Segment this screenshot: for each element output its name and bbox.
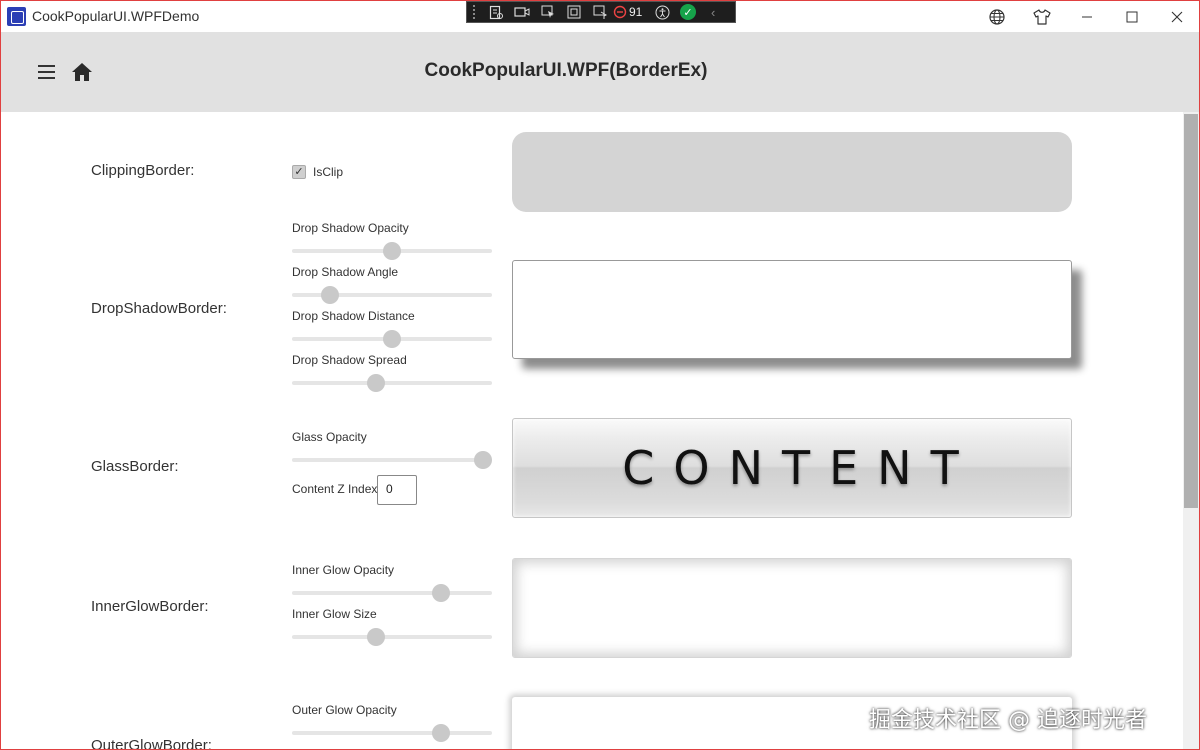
clipping-border-demo: [512, 132, 1072, 212]
track-focus-icon[interactable]: [587, 2, 613, 22]
app-window: CookPopularUI.WPFDemo 91 ✓ ‹ CookPopular…: [0, 0, 1200, 750]
accessibility-icon[interactable]: [649, 2, 675, 22]
toolbar-grip-icon[interactable]: [473, 5, 479, 19]
drop-shadow-distance-slider[interactable]: [292, 329, 492, 349]
binding-failures-indicator[interactable]: 91: [613, 5, 649, 19]
vertical-scrollbar[interactable]: [1183, 112, 1199, 749]
drop-shadow-border-label: DropShadowBorder:: [91, 300, 227, 317]
inner-glow-opacity-slider[interactable]: [292, 583, 492, 603]
watermark-text: 掘金技术社区 @ 追逐时光者: [869, 708, 1147, 733]
minimize-icon[interactable]: [1064, 1, 1109, 32]
glass-border-demo: CONTENT: [512, 418, 1072, 518]
slider-thumb[interactable]: [474, 451, 492, 469]
slider-track: [292, 635, 492, 639]
glass-opacity-slider[interactable]: [292, 450, 492, 470]
inner-glow-border-label: InnerGlowBorder:: [91, 598, 209, 615]
outer-glow-border-label: OuterGlowBorder:: [91, 737, 212, 750]
drop-shadow-distance-label: Drop Shadow Distance: [292, 309, 415, 323]
isclip-checkbox-label[interactable]: IsClip: [313, 165, 343, 179]
title-bar-controls: [974, 1, 1199, 32]
slider-thumb[interactable]: [383, 242, 401, 260]
globe-icon[interactable]: [974, 1, 1019, 32]
outer-glow-opacity-slider[interactable]: [292, 723, 492, 743]
inner-glow-border-demo: [512, 558, 1072, 658]
collapse-icon[interactable]: ‹: [711, 5, 715, 20]
hot-reload-ok-icon[interactable]: ✓: [680, 4, 696, 20]
inner-glow-size-slider[interactable]: [292, 627, 492, 647]
slider-thumb[interactable]: [432, 724, 451, 742]
theme-shirt-icon[interactable]: [1019, 1, 1064, 32]
demo-content: ClippingBorder: ✓ IsClip DropShadowBorde…: [1, 112, 1183, 750]
slider-track: [292, 591, 492, 595]
slider-track: [292, 381, 492, 385]
window-title: CookPopularUI.WPFDemo: [32, 8, 200, 24]
maximize-icon[interactable]: [1109, 1, 1154, 32]
drop-shadow-angle-slider[interactable]: [292, 285, 492, 305]
slider-thumb[interactable]: [366, 374, 385, 392]
drop-shadow-border-demo: [512, 260, 1072, 359]
live-visual-tree-icon[interactable]: [483, 2, 509, 22]
slider-thumb[interactable]: [366, 628, 385, 646]
xaml-debug-toolbar: 91 ✓ ‹: [466, 1, 736, 23]
glass-border-label: GlassBorder:: [91, 458, 179, 475]
clipping-border-label: ClippingBorder:: [91, 162, 195, 179]
select-element-icon[interactable]: [535, 2, 561, 22]
content-z-index-label: Content Z Index: [292, 482, 378, 496]
close-icon[interactable]: [1154, 1, 1199, 32]
inner-glow-opacity-label: Inner Glow Opacity: [292, 563, 395, 577]
slider-track: [292, 458, 492, 462]
record-icon[interactable]: [509, 2, 535, 22]
title-bar[interactable]: CookPopularUI.WPFDemo 91 ✓ ‹: [1, 1, 1199, 32]
binding-failure-count: 91: [629, 5, 643, 19]
glass-content-text: CONTENT: [622, 441, 978, 495]
inner-glow-size-label: Inner Glow Size: [292, 607, 377, 621]
drop-shadow-spread-slider[interactable]: [292, 373, 492, 393]
page-title: CookPopularUI.WPF(BorderEx): [424, 60, 708, 81]
glass-opacity-label: Glass Opacity: [292, 430, 367, 444]
slider-thumb[interactable]: [321, 286, 340, 304]
isclip-checkbox[interactable]: ✓: [292, 165, 306, 179]
drop-shadow-spread-label: Drop Shadow Spread: [292, 353, 407, 367]
app-icon: [7, 7, 26, 26]
drop-shadow-opacity-label: Drop Shadow Opacity: [292, 221, 409, 235]
app-header: CookPopularUI.WPF(BorderEx): [1, 32, 1199, 112]
drop-shadow-angle-label: Drop Shadow Angle: [292, 265, 399, 279]
slider-thumb[interactable]: [432, 584, 451, 602]
drop-shadow-opacity-slider[interactable]: [292, 241, 492, 261]
outer-glow-opacity-label: Outer Glow Opacity: [292, 703, 397, 717]
slider-thumb[interactable]: [383, 330, 401, 348]
layout-adorner-icon[interactable]: [561, 2, 587, 22]
slider-track: [292, 731, 492, 735]
scrollbar-thumb[interactable]: [1184, 114, 1198, 508]
binding-failures-icon: [613, 5, 627, 19]
content-z-index-input[interactable]: 0: [377, 475, 417, 505]
